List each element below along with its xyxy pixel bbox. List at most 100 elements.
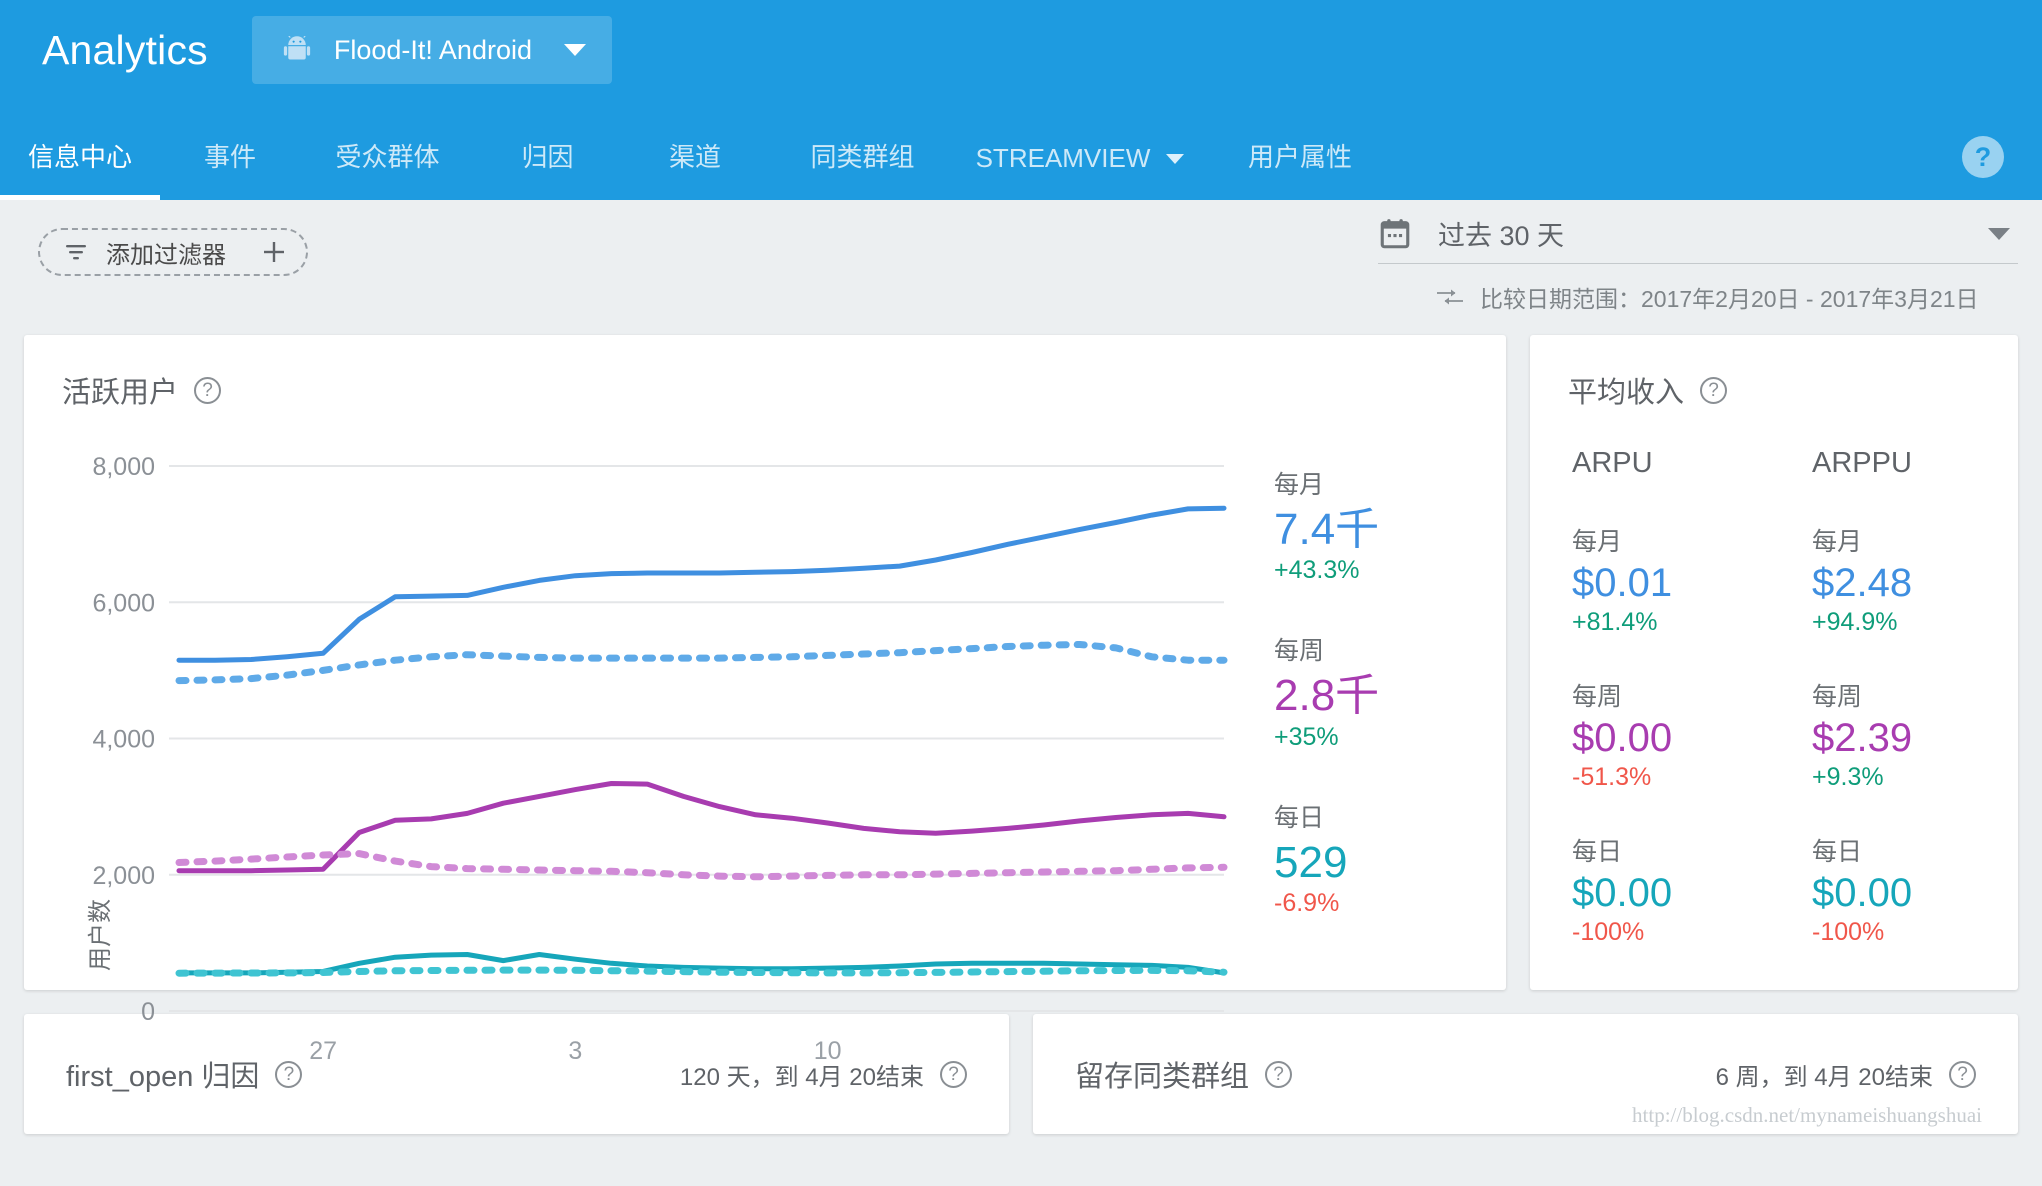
revenue-item-weekly: 每周 $2.39 +9.3%: [1812, 677, 1992, 792]
app-selector-label: Flood-It! Android: [334, 35, 532, 66]
retention-cohorts-card[interactable]: 留存同类群组 ? 6 周，到 4月 20结束 ? http://blog.csd…: [1033, 1014, 2018, 1134]
tab-label: 渠道: [669, 137, 721, 174]
period-delta: -100%: [1812, 918, 1992, 947]
average-revenue-card: 平均收入 ? ARPU 每月 $0.01 +81.4% 每周 $0.00 -51…: [1530, 335, 2018, 990]
period-label: 每月: [1572, 522, 1752, 558]
chevron-down-icon: [1988, 228, 2010, 240]
tab-attribution[interactable]: 归因: [475, 137, 620, 200]
tab-label: 归因: [521, 137, 573, 174]
card-header: 平均收入 ?: [1530, 335, 2018, 411]
add-filter-label: 添加过滤器: [106, 235, 226, 270]
period-value: $0.00: [1572, 870, 1752, 916]
android-icon: [282, 36, 312, 64]
column-header: ARPU: [1572, 447, 1752, 480]
metric-label: 每月: [1274, 465, 1494, 501]
tab-user-properties[interactable]: 用户属性: [1205, 137, 1395, 200]
chevron-down-icon: [564, 44, 586, 56]
card-title: 留存同类群组: [1075, 1053, 1249, 1095]
metric-value: 529: [1274, 838, 1494, 887]
active-users-card: 活跃用户 ? 02,0004,0006,0008,0002731017 用户数 …: [24, 335, 1506, 990]
card-header: 活跃用户 ?: [24, 335, 1506, 411]
period-value: $0.01: [1572, 560, 1752, 606]
revenue-item-daily: 每日 $0.00 -100%: [1812, 832, 1992, 947]
chevron-down-icon: [1166, 154, 1184, 164]
tab-cohorts[interactable]: 同类群组: [770, 137, 955, 200]
card-header-left: 留存同类群组 ?: [1075, 1053, 1292, 1095]
date-range-select[interactable]: 过去 30 天: [1378, 214, 2018, 264]
help-icon[interactable]: ?: [1962, 136, 2004, 178]
card-meta: 6 周，到 4月 20结束: [1716, 1057, 1933, 1092]
svg-text:3: 3: [568, 1037, 582, 1065]
app-selector-button[interactable]: Flood-It! Android: [252, 16, 612, 84]
tab-dashboard[interactable]: 信息中心: [0, 137, 160, 200]
period-delta: +9.3%: [1812, 763, 1992, 792]
cards-row: 活跃用户 ? 02,0004,0006,0008,0002731017 用户数 …: [0, 335, 2042, 990]
add-filter-button[interactable]: 添加过滤器: [38, 228, 308, 276]
compare-arrows-icon: [1436, 288, 1480, 306]
tab-streamview[interactable]: STREAMVIEW: [955, 143, 1205, 200]
tab-events[interactable]: 事件: [160, 137, 300, 200]
revenue-item-monthly: 每月 $0.01 +81.4%: [1572, 522, 1752, 637]
svg-text:4,000: 4,000: [92, 726, 155, 754]
period-delta: -100%: [1572, 918, 1752, 947]
chart-y-axis-label: 用户数: [80, 899, 115, 971]
metric-delta: +43.3%: [1274, 556, 1494, 585]
filter-icon: [64, 242, 88, 262]
metric-weekly: 每周 2.8千 +35%: [1274, 631, 1494, 751]
revenue-column-arpu: ARPU 每月 $0.01 +81.4% 每周 $0.00 -51.3% 每日 …: [1572, 447, 1752, 987]
period-label: 每周: [1572, 677, 1752, 713]
brand-title: Analytics: [42, 27, 208, 74]
metric-value: 2.8千: [1274, 671, 1494, 720]
period-value: $2.39: [1812, 715, 1992, 761]
card-title: 平均收入: [1568, 369, 1684, 411]
tab-label: 同类群组: [810, 137, 914, 174]
nav-tabs: 信息中心 事件 受众群体 归因 渠道 同类群组 STREAMVIEW 用户属性 …: [0, 100, 2042, 200]
metric-delta: -6.9%: [1274, 889, 1494, 918]
compare-range-row[interactable]: 比较日期范围：2017年2月20日 - 2017年3月21日: [1378, 280, 2018, 314]
period-label: 每日: [1572, 832, 1752, 868]
svg-text:27: 27: [309, 1037, 337, 1065]
svg-text:10: 10: [814, 1037, 842, 1065]
date-range-label: 过去 30 天: [1438, 214, 1988, 253]
help-icon[interactable]: ?: [1700, 377, 1727, 404]
period-value: $2.48: [1812, 560, 1992, 606]
revenue-item-weekly: 每周 $0.00 -51.3%: [1572, 677, 1752, 792]
svg-text:6,000: 6,000: [92, 589, 155, 617]
period-value: $0.00: [1812, 870, 1992, 916]
help-icon[interactable]: ?: [194, 377, 221, 404]
revenue-item-monthly: 每月 $2.48 +94.9%: [1812, 522, 1992, 637]
revenue-column-arppu: ARPPU 每月 $2.48 +94.9% 每周 $2.39 +9.3% 每日 …: [1812, 447, 1992, 987]
period-delta: +94.9%: [1812, 608, 1992, 637]
period-delta: -51.3%: [1572, 763, 1752, 792]
card-title: 活跃用户: [62, 369, 178, 411]
tab-label: 信息中心: [28, 137, 132, 174]
metric-monthly: 每月 7.4千 +43.3%: [1274, 465, 1494, 585]
tab-audiences[interactable]: 受众群体: [300, 137, 475, 200]
active-users-metrics: 每月 7.4千 +43.3% 每周 2.8千 +35% 每日 529 -6.9%: [1274, 465, 1494, 964]
revenue-item-daily: 每日 $0.00 -100%: [1572, 832, 1752, 947]
calendar-icon: [1378, 217, 1438, 251]
tab-funnels[interactable]: 渠道: [620, 137, 770, 200]
control-row: 添加过滤器 过去 30 天: [0, 200, 2042, 335]
plus-icon: [244, 240, 286, 264]
svg-text:8,000: 8,000: [92, 453, 155, 481]
metric-label: 每周: [1274, 631, 1494, 667]
help-icon[interactable]: ?: [1265, 1061, 1292, 1088]
metric-daily: 每日 529 -6.9%: [1274, 798, 1494, 918]
tab-label: 受众群体: [335, 137, 439, 174]
period-label: 每月: [1812, 522, 1992, 558]
period-delta: +81.4%: [1572, 608, 1752, 637]
tab-label: 事件: [204, 137, 256, 174]
tab-label: 用户属性: [1248, 137, 1352, 174]
svg-text:0: 0: [141, 998, 155, 1026]
help-icon[interactable]: ?: [1949, 1061, 1976, 1088]
app-header: Analytics Flood-It! Android 信息中心 事: [0, 0, 2042, 200]
header-top-bar: Analytics Flood-It! Android: [0, 0, 2042, 100]
line-chart-svg: 02,0004,0006,0008,0002731017: [24, 411, 1274, 1111]
date-range-control: 过去 30 天 比较日期范围：2017年2月20日 - 2017年3月21日: [1378, 214, 2018, 314]
watermark: http://blog.csdn.net/mynameishuangshuai: [1632, 1103, 1982, 1128]
metric-label: 每日: [1274, 798, 1494, 834]
metric-delta: +35%: [1274, 723, 1494, 752]
period-label: 每日: [1812, 832, 1992, 868]
period-label: 每周: [1812, 677, 1992, 713]
